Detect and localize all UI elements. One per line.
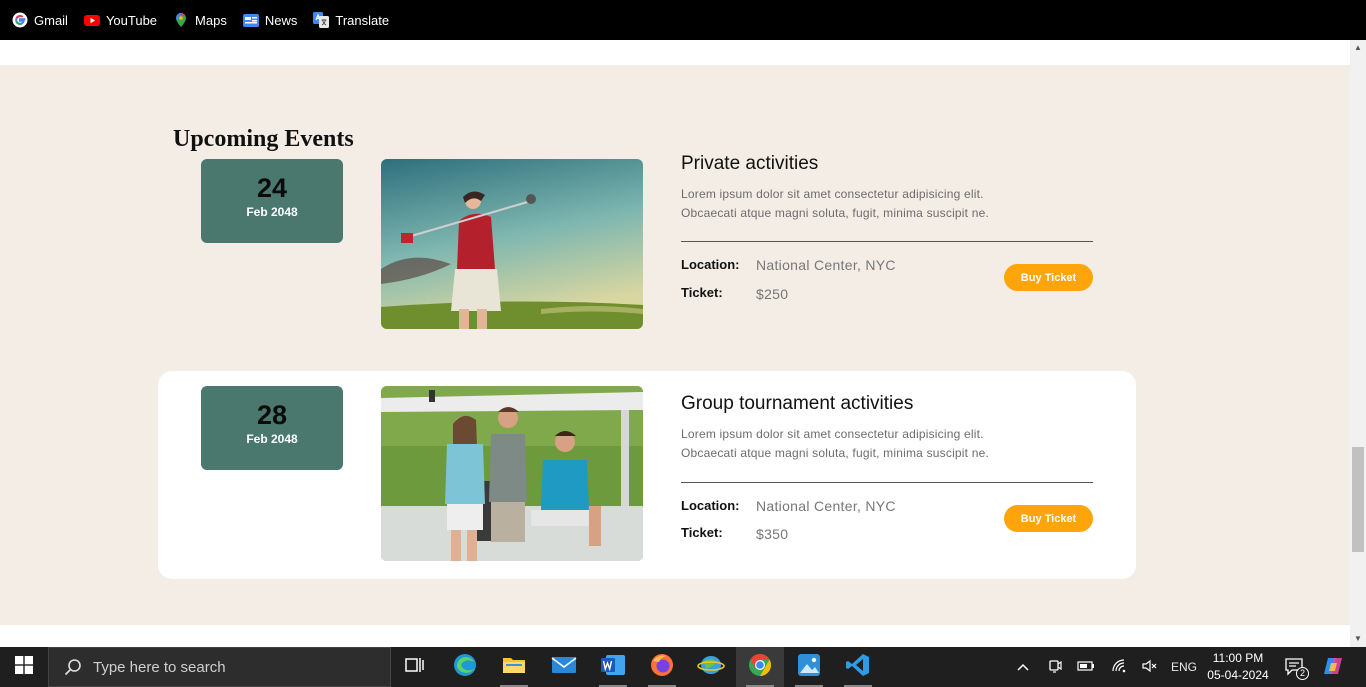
bookmark-label: YouTube [105,12,158,28]
folder-icon [502,655,526,680]
bookmark-youtube[interactable]: YouTube [83,12,158,28]
buy-ticket-button[interactable]: Buy Ticket [1004,264,1093,291]
volume-muted-icon [1142,659,1158,676]
event-description: Lorem ipsum dolor sit amet consectetur a… [681,425,1101,463]
clock-time: 11:00 PM [1212,651,1264,665]
bookmark-translate[interactable]: Translate [313,12,389,28]
event-title: Private activities [681,153,819,174]
google-icon [12,12,28,28]
maps-icon [173,12,189,28]
event-price: $350 [756,526,789,542]
tray-battery[interactable] [1075,647,1097,687]
notification-count: 2 [1296,667,1309,680]
edge-icon [452,652,478,683]
camera-icon [1047,659,1063,676]
mail-icon [551,655,577,680]
globe-icon [697,653,725,682]
event-day: 28 [256,400,288,430]
taskbar-app-vscode[interactable] [834,647,882,687]
taskbar-app-word[interactable] [589,647,637,687]
event-month: Feb 2048 [246,432,298,446]
taskbar-app-firefox[interactable] [638,647,686,687]
chrome-icon [747,652,773,683]
vscode-icon [845,652,871,683]
event-date-box: 28 Feb 2048 [201,386,343,470]
event-card: 28 Feb 2048 Group tournament activities … [158,371,1136,579]
tray-volume[interactable] [1139,647,1161,687]
notification-center-button[interactable]: 2 [1282,647,1309,687]
bookmark-gmail[interactable]: Gmail [12,12,68,28]
news-icon [242,12,259,28]
task-view-button[interactable] [391,647,439,687]
wifi-icon [1112,658,1128,676]
event-date-box: 24 Feb 2048 [201,159,343,243]
page-content: Upcoming Events 24 Feb 2048 Private acti… [0,40,1350,647]
search-icon [63,657,83,677]
event-image-golfer [381,159,643,329]
notification-icon: 2 [1285,658,1309,680]
clock-date: 05-04-2024 [1207,668,1269,682]
bookmark-maps[interactable]: Maps [173,12,227,28]
taskbar-app-photos[interactable] [785,647,833,687]
copilot-icon [1322,655,1344,680]
tray-copilot[interactable] [1318,647,1348,687]
taskbar-app-file-explorer[interactable] [490,647,538,687]
event-title: Group tournament activities [681,393,914,414]
show-hidden-icons-button[interactable] [1012,647,1034,687]
battery-icon [1077,660,1095,675]
taskbar-search[interactable]: Type here to search [48,647,391,687]
event-month: Feb 2048 [246,205,298,219]
chevron-up-icon [1017,660,1029,674]
tray-meet-now[interactable] [1044,647,1066,687]
scrollbar-thumb[interactable] [1352,447,1364,552]
event-description-line: Lorem ipsum dolor sit amet consectetur a… [681,187,984,201]
tray-wifi[interactable] [1109,647,1131,687]
youtube-icon [83,12,100,28]
translate-icon [313,12,330,28]
event-description-line: Obcaecati atque magni soluta, fugit, min… [681,446,990,460]
bookmark-label: Maps [195,12,227,28]
task-view-icon [405,656,425,679]
taskbar-app-globe[interactable] [687,647,735,687]
start-button[interactable] [0,647,48,687]
ticket-label: Ticket: [681,285,723,300]
taskbar-app-edge[interactable] [441,647,489,687]
buy-ticket-button[interactable]: Buy Ticket [1004,505,1093,532]
taskbar-clock[interactable]: 11:00 PM 05-04-2024 [1202,650,1274,684]
divider [681,241,1093,242]
scroll-up-icon[interactable]: ▲ [1350,40,1366,56]
bookmark-label: Translate [335,12,390,28]
event-day: 24 [256,173,288,203]
event-description-line: Lorem ipsum dolor sit amet consectetur a… [681,427,984,441]
scroll-down-icon[interactable]: ▼ [1350,631,1366,647]
event-description-line: Obcaecati atque magni soluta, fugit, min… [681,206,990,220]
event-price: $250 [756,286,789,302]
events-section: Upcoming Events 24 Feb 2048 Private acti… [0,65,1350,625]
event-location: National Center, NYC [756,498,896,514]
bookmarks-bar: Gmail YouTube Maps News Translate [0,0,1366,40]
ticket-label: Ticket: [681,525,723,540]
word-icon [600,654,626,681]
event-location: National Center, NYC [756,257,896,273]
page-scrollbar[interactable]: ▲ ▼ [1350,40,1366,647]
taskbar-app-chrome[interactable] [736,647,784,687]
divider [681,482,1093,483]
event-description: Lorem ipsum dolor sit amet consectetur a… [681,185,1101,223]
location-label: Location: [681,498,740,513]
photos-icon [797,653,821,682]
firefox-icon [649,652,675,683]
event-image-group [381,386,643,561]
bookmark-label: News [264,12,298,28]
taskbar: Type here to search ENG 11:00 PM 05-04-2… [0,647,1366,687]
search-placeholder: Type here to search [93,658,226,676]
event-card: 24 Feb 2048 Private activities Lorem ips… [158,144,1136,339]
windows-icon [15,655,33,679]
taskbar-app-mail[interactable] [540,647,588,687]
location-label: Location: [681,257,740,272]
bookmark-label: Gmail [34,12,68,28]
tray-language[interactable]: ENG [1168,647,1200,687]
bookmark-news[interactable]: News [242,12,298,28]
